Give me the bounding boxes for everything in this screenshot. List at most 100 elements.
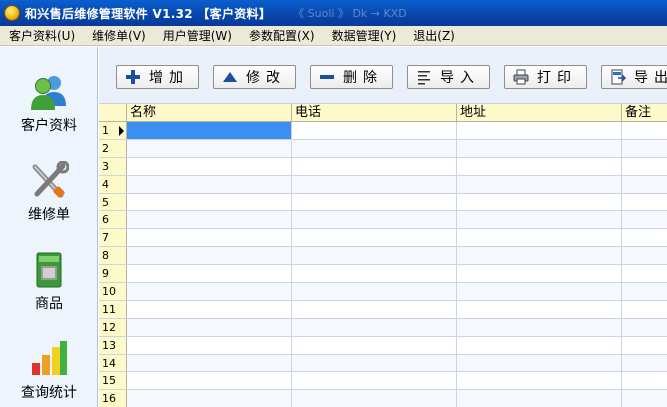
grid-cell[interactable] <box>127 139 292 157</box>
add-button[interactable]: 增加 <box>116 65 199 89</box>
grid-cell[interactable] <box>292 390 457 407</box>
menu-customer[interactable]: 客户资料(U) <box>0 26 83 46</box>
menu-exit[interactable]: 退出(Z) <box>404 26 463 46</box>
grid-cell[interactable] <box>457 390 622 407</box>
grid-cell[interactable] <box>292 122 457 139</box>
edit-button[interactable]: 修改 <box>213 65 296 89</box>
customer-grid[interactable]: 名称 电话 地址 备注 1 2 3 4 5 6 7 8 9 10 11 12 13 14 15 16 <box>99 104 667 407</box>
grid-cell[interactable] <box>622 158 667 175</box>
grid-cell[interactable] <box>292 229 457 247</box>
table-row[interactable]: 10 <box>99 283 667 301</box>
grid-cell[interactable] <box>292 265 457 283</box>
table-row[interactable]: 15 <box>99 372 667 391</box>
print-button[interactable]: 打印 <box>504 65 587 89</box>
menu-data-management[interactable]: 数据管理(Y) <box>323 26 405 46</box>
table-row[interactable]: 7 <box>99 229 667 248</box>
grid-cell[interactable] <box>457 139 622 157</box>
column-header-phone[interactable]: 电话 <box>292 104 457 122</box>
grid-cell[interactable] <box>457 336 622 354</box>
menu-user-management[interactable]: 用户管理(W) <box>154 26 240 46</box>
grid-cell[interactable] <box>292 300 457 318</box>
grid-cell[interactable] <box>457 318 622 336</box>
grid-cell[interactable] <box>457 229 622 247</box>
table-row[interactable]: 9 <box>99 265 667 284</box>
menu-parameter-config[interactable]: 参数配置(X) <box>240 26 323 46</box>
column-header-address[interactable]: 地址 <box>457 104 622 122</box>
grid-cell[interactable] <box>457 193 622 211</box>
grid-cell[interactable] <box>622 355 667 372</box>
nav-item-product[interactable]: 商品 <box>0 250 98 330</box>
grid-cell[interactable] <box>622 140 667 157</box>
grid-cell[interactable] <box>622 319 667 336</box>
grid-cell[interactable] <box>622 194 667 211</box>
table-row[interactable]: 2 <box>99 139 667 158</box>
grid-cell[interactable] <box>292 193 457 211</box>
grid-cell[interactable] <box>292 354 457 372</box>
grid-cell[interactable] <box>622 211 667 228</box>
grid-cell[interactable] <box>457 283 622 300</box>
menu-repair-order[interactable]: 维修单(V) <box>83 26 154 46</box>
table-row[interactable]: 13 <box>99 336 667 355</box>
grid-cell[interactable] <box>457 265 622 283</box>
grid-cell[interactable] <box>622 176 667 193</box>
grid-cell[interactable] <box>127 175 292 193</box>
table-row[interactable]: 16 <box>99 390 667 407</box>
grid-cell[interactable] <box>292 175 457 193</box>
grid-cell[interactable] <box>127 247 292 265</box>
grid-cell[interactable] <box>292 372 457 390</box>
grid-cell[interactable] <box>622 390 667 407</box>
table-row[interactable]: 8 <box>99 247 667 266</box>
table-row[interactable]: 1 <box>99 122 667 140</box>
grid-cell[interactable] <box>127 265 292 283</box>
grid-cell[interactable] <box>457 354 622 372</box>
grid-cell[interactable] <box>127 354 292 372</box>
grid-cell[interactable] <box>292 318 457 336</box>
table-row[interactable]: 12 <box>99 318 667 337</box>
grid-cell[interactable] <box>622 301 667 318</box>
grid-cell[interactable] <box>127 211 292 229</box>
grid-cell[interactable] <box>127 300 292 318</box>
grid-cell[interactable] <box>127 283 292 300</box>
grid-cell[interactable] <box>127 193 292 211</box>
grid-cell[interactable] <box>457 122 622 139</box>
grid-cell[interactable] <box>457 300 622 318</box>
column-header-remark[interactable]: 备注 <box>622 104 667 122</box>
grid-cell[interactable] <box>457 175 622 193</box>
grid-cell[interactable] <box>292 211 457 229</box>
grid-cell[interactable] <box>622 229 667 246</box>
table-row[interactable]: 6 <box>99 211 667 230</box>
grid-cell[interactable] <box>292 283 457 300</box>
grid-cell[interactable] <box>127 390 292 407</box>
grid-cell[interactable] <box>127 318 292 336</box>
grid-cell[interactable] <box>292 157 457 175</box>
grid-cell[interactable] <box>622 337 667 354</box>
grid-cell[interactable] <box>622 283 667 300</box>
grid-cell[interactable] <box>457 211 622 229</box>
nav-item-repair-order[interactable]: 维修单 <box>0 161 98 241</box>
grid-cell[interactable] <box>292 247 457 265</box>
grid-cell[interactable] <box>457 157 622 175</box>
grid-cell[interactable] <box>622 265 667 282</box>
table-row[interactable]: 11 <box>99 300 667 319</box>
grid-cell[interactable] <box>292 139 457 157</box>
grid-cell[interactable] <box>457 372 622 390</box>
delete-button[interactable]: 删除 <box>310 65 393 89</box>
grid-cell[interactable] <box>127 229 292 247</box>
import-button[interactable]: 导入 <box>407 65 490 89</box>
grid-cell[interactable] <box>127 122 292 139</box>
grid-cell[interactable] <box>127 157 292 175</box>
nav-item-statistics[interactable]: 查询统计 <box>0 339 98 407</box>
grid-cell[interactable] <box>622 247 667 264</box>
column-header-name[interactable]: 名称 <box>127 104 292 122</box>
grid-cell[interactable] <box>622 122 667 139</box>
grid-cell[interactable] <box>292 336 457 354</box>
grid-cell[interactable] <box>622 372 667 389</box>
table-row[interactable]: 14 <box>99 354 667 373</box>
table-row[interactable]: 4 <box>99 175 667 194</box>
table-row[interactable]: 3 <box>99 157 667 176</box>
table-row[interactable]: 5 <box>99 193 667 212</box>
grid-cell[interactable] <box>127 336 292 354</box>
grid-cell[interactable] <box>457 247 622 265</box>
export-button[interactable]: 导出 <box>601 65 667 89</box>
grid-cell[interactable] <box>127 372 292 390</box>
